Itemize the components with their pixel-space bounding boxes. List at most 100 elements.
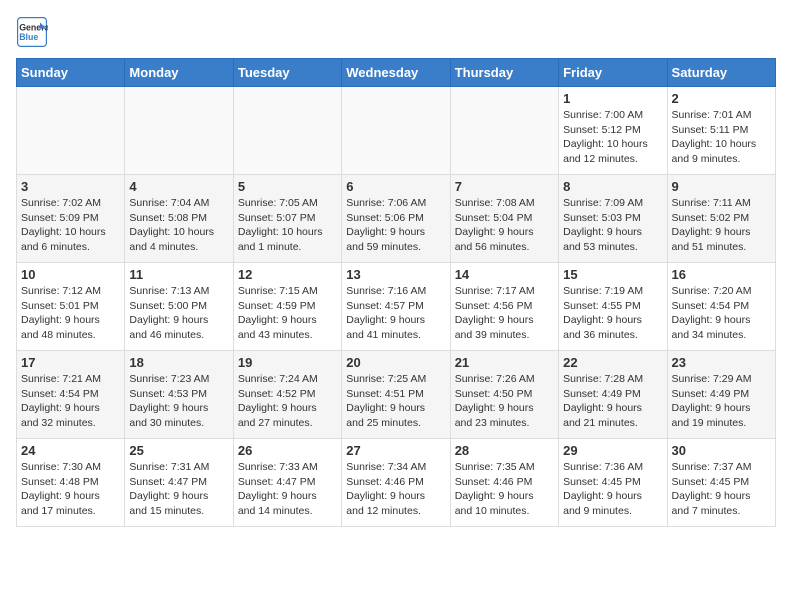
day-info: Sunrise: 7:16 AM Sunset: 4:57 PM Dayligh… <box>346 284 445 343</box>
calendar-cell: 15 Sunrise: 7:19 AM Sunset: 4:55 PM Dayli… <box>559 263 667 351</box>
calendar-cell: 2Sunrise: 7:01 AM Sunset: 5:11 PM Daylig… <box>667 87 775 175</box>
calendar-cell: 17Sunrise: 7:21 AM Sunset: 4:54 PM Dayli… <box>17 351 125 439</box>
day-number: 9 <box>672 179 771 194</box>
calendar-cell <box>450 87 558 175</box>
day-info: Sunrise: 7:09 AM Sunset: 5:03 PM Dayligh… <box>563 196 662 255</box>
calendar-body: 1 Sunrise: 7:00 AM Sunset: 5:12 PM Daylig… <box>17 87 776 527</box>
logo: General Blue <box>16 16 52 48</box>
calendar-cell: 13 Sunrise: 7:16 AM Sunset: 4:57 PM Dayli… <box>342 263 450 351</box>
weekday-header-wednesday: Wednesday <box>342 59 450 87</box>
day-number: 25 <box>129 443 228 458</box>
day-number: 22 <box>563 355 662 370</box>
day-number: 21 <box>455 355 554 370</box>
day-number: 16 <box>672 267 771 282</box>
calendar-cell: 12Sunrise: 7:15 AM Sunset: 4:59 PM Dayli… <box>233 263 341 351</box>
day-info: Sunrise: 7:26 AM Sunset: 4:50 PM Dayligh… <box>455 372 554 431</box>
day-number: 1 <box>563 91 662 106</box>
calendar-week-row: 10 Sunrise: 7:12 AM Sunset: 5:01 PM Dayli… <box>17 263 776 351</box>
day-info: Sunrise: 7:37 AM Sunset: 4:45 PM Dayligh… <box>672 460 771 519</box>
weekday-header-monday: Monday <box>125 59 233 87</box>
day-number: 24 <box>21 443 120 458</box>
header: General Blue <box>16 16 776 48</box>
calendar-cell: 27Sunrise: 7:34 AM Sunset: 4:46 PM Dayli… <box>342 439 450 527</box>
calendar-cell: 22 Sunrise: 7:28 AM Sunset: 4:49 PM Dayli… <box>559 351 667 439</box>
day-number: 10 <box>21 267 120 282</box>
weekday-header-thursday: Thursday <box>450 59 558 87</box>
day-info: Sunrise: 7:25 AM Sunset: 4:51 PM Dayligh… <box>346 372 445 431</box>
calendar-header-row: SundayMondayTuesdayWednesdayThursdayFrid… <box>17 59 776 87</box>
calendar-cell: 10 Sunrise: 7:12 AM Sunset: 5:01 PM Dayli… <box>17 263 125 351</box>
day-number: 17 <box>21 355 120 370</box>
day-info: Sunrise: 7:05 AM Sunset: 5:07 PM Dayligh… <box>238 196 337 255</box>
calendar-cell: 16 Sunrise: 7:20 AM Sunset: 4:54 PM Dayli… <box>667 263 775 351</box>
day-number: 5 <box>238 179 337 194</box>
day-info: Sunrise: 7:36 AM Sunset: 4:45 PM Dayligh… <box>563 460 662 519</box>
day-info: Sunrise: 7:35 AM Sunset: 4:46 PM Dayligh… <box>455 460 554 519</box>
calendar-cell: 3 Sunrise: 7:02 AM Sunset: 5:09 PM Daylig… <box>17 175 125 263</box>
day-info: Sunrise: 7:15 AM Sunset: 4:59 PM Dayligh… <box>238 284 337 343</box>
weekday-header-friday: Friday <box>559 59 667 87</box>
day-info: Sunrise: 7:30 AM Sunset: 4:48 PM Dayligh… <box>21 460 120 519</box>
day-info: Sunrise: 7:12 AM Sunset: 5:01 PM Dayligh… <box>21 284 120 343</box>
calendar-cell: 30 Sunrise: 7:37 AM Sunset: 4:45 PM Dayli… <box>667 439 775 527</box>
weekday-header-sunday: Sunday <box>17 59 125 87</box>
day-info: Sunrise: 7:11 AM Sunset: 5:02 PM Dayligh… <box>672 196 771 255</box>
day-info: Sunrise: 7:24 AM Sunset: 4:52 PM Dayligh… <box>238 372 337 431</box>
day-number: 26 <box>238 443 337 458</box>
calendar-cell: 1 Sunrise: 7:00 AM Sunset: 5:12 PM Daylig… <box>559 87 667 175</box>
day-number: 7 <box>455 179 554 194</box>
calendar-cell: 28 Sunrise: 7:35 AM Sunset: 4:46 PM Dayli… <box>450 439 558 527</box>
day-info: Sunrise: 7:23 AM Sunset: 4:53 PM Dayligh… <box>129 372 228 431</box>
day-info: Sunrise: 7:29 AM Sunset: 4:49 PM Dayligh… <box>672 372 771 431</box>
day-number: 4 <box>129 179 228 194</box>
calendar-cell: 29Sunrise: 7:36 AM Sunset: 4:45 PM Dayli… <box>559 439 667 527</box>
day-info: Sunrise: 7:13 AM Sunset: 5:00 PM Dayligh… <box>129 284 228 343</box>
calendar-cell: 6Sunrise: 7:06 AM Sunset: 5:06 PM Daylig… <box>342 175 450 263</box>
calendar-week-row: 17Sunrise: 7:21 AM Sunset: 4:54 PM Dayli… <box>17 351 776 439</box>
svg-text:Blue: Blue <box>19 32 38 42</box>
calendar-cell: 25 Sunrise: 7:31 AM Sunset: 4:47 PM Dayli… <box>125 439 233 527</box>
day-number: 3 <box>21 179 120 194</box>
day-number: 18 <box>129 355 228 370</box>
calendar-cell <box>342 87 450 175</box>
logo-icon: General Blue <box>16 16 48 48</box>
day-number: 15 <box>563 267 662 282</box>
day-info: Sunrise: 7:17 AM Sunset: 4:56 PM Dayligh… <box>455 284 554 343</box>
day-number: 14 <box>455 267 554 282</box>
calendar-cell: 24 Sunrise: 7:30 AM Sunset: 4:48 PM Dayli… <box>17 439 125 527</box>
calendar-cell <box>17 87 125 175</box>
calendar-cell: 20 Sunrise: 7:25 AM Sunset: 4:51 PM Dayli… <box>342 351 450 439</box>
day-number: 2 <box>672 91 771 106</box>
day-number: 30 <box>672 443 771 458</box>
calendar-cell: 9 Sunrise: 7:11 AM Sunset: 5:02 PM Daylig… <box>667 175 775 263</box>
weekday-header-saturday: Saturday <box>667 59 775 87</box>
day-number: 13 <box>346 267 445 282</box>
day-info: Sunrise: 7:31 AM Sunset: 4:47 PM Dayligh… <box>129 460 228 519</box>
calendar-week-row: 24 Sunrise: 7:30 AM Sunset: 4:48 PM Dayli… <box>17 439 776 527</box>
day-info: Sunrise: 7:02 AM Sunset: 5:09 PM Dayligh… <box>21 196 120 255</box>
day-info: Sunrise: 7:06 AM Sunset: 5:06 PM Dayligh… <box>346 196 445 255</box>
calendar-week-row: 1 Sunrise: 7:00 AM Sunset: 5:12 PM Daylig… <box>17 87 776 175</box>
calendar-table: SundayMondayTuesdayWednesdayThursdayFrid… <box>16 58 776 527</box>
calendar-cell: 18 Sunrise: 7:23 AM Sunset: 4:53 PM Dayli… <box>125 351 233 439</box>
day-info: Sunrise: 7:34 AM Sunset: 4:46 PM Dayligh… <box>346 460 445 519</box>
day-info: Sunrise: 7:00 AM Sunset: 5:12 PM Dayligh… <box>563 108 662 167</box>
calendar-cell: 26 Sunrise: 7:33 AM Sunset: 4:47 PM Dayli… <box>233 439 341 527</box>
calendar-cell: 19 Sunrise: 7:24 AM Sunset: 4:52 PM Dayli… <box>233 351 341 439</box>
calendar-cell: 4 Sunrise: 7:04 AM Sunset: 5:08 PM Daylig… <box>125 175 233 263</box>
calendar-cell: 5 Sunrise: 7:05 AM Sunset: 5:07 PM Daylig… <box>233 175 341 263</box>
weekday-header-tuesday: Tuesday <box>233 59 341 87</box>
day-info: Sunrise: 7:20 AM Sunset: 4:54 PM Dayligh… <box>672 284 771 343</box>
day-number: 19 <box>238 355 337 370</box>
day-info: Sunrise: 7:28 AM Sunset: 4:49 PM Dayligh… <box>563 372 662 431</box>
day-number: 28 <box>455 443 554 458</box>
day-info: Sunrise: 7:19 AM Sunset: 4:55 PM Dayligh… <box>563 284 662 343</box>
day-number: 11 <box>129 267 228 282</box>
calendar-cell: 14 Sunrise: 7:17 AM Sunset: 4:56 PM Dayli… <box>450 263 558 351</box>
calendar-cell <box>125 87 233 175</box>
day-info: Sunrise: 7:04 AM Sunset: 5:08 PM Dayligh… <box>129 196 228 255</box>
day-number: 20 <box>346 355 445 370</box>
day-number: 8 <box>563 179 662 194</box>
calendar-cell <box>233 87 341 175</box>
day-info: Sunrise: 7:33 AM Sunset: 4:47 PM Dayligh… <box>238 460 337 519</box>
